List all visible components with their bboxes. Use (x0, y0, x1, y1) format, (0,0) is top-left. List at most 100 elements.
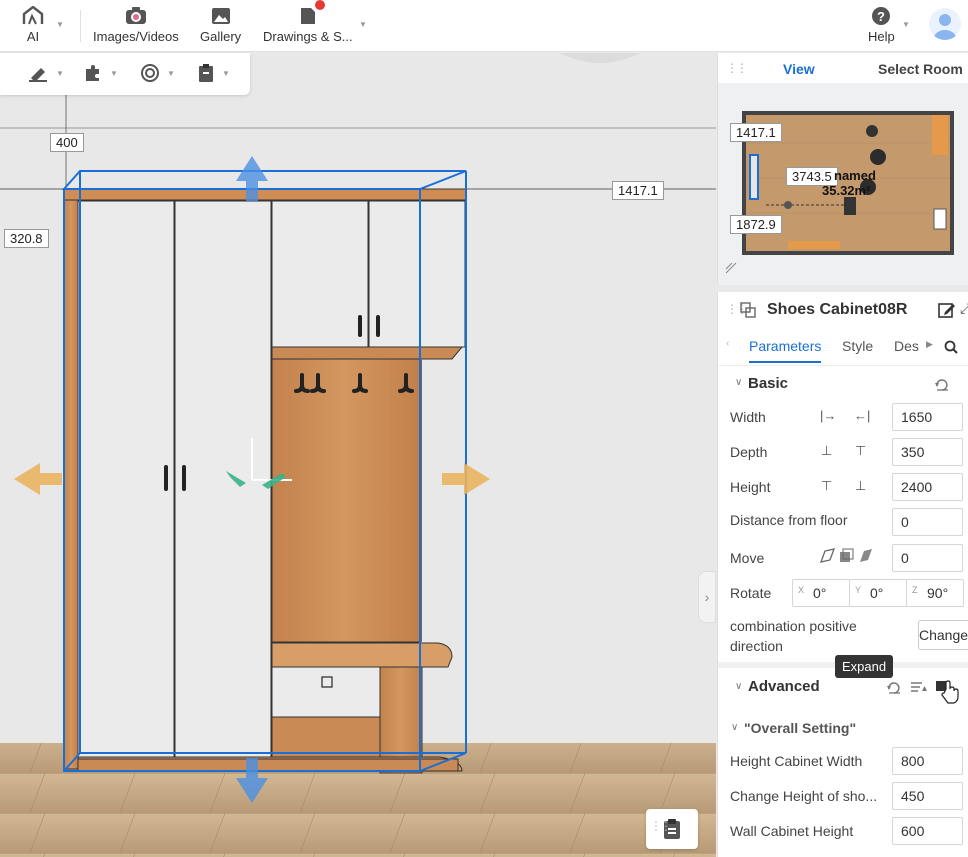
height-cabinet-width-label: Height Cabinet Width (730, 753, 863, 769)
tab-parameters[interactable]: Parameters (749, 338, 821, 354)
rotate-y-value: 0° (870, 585, 884, 601)
drag-handle-icon[interactable]: ⋮⋮ (726, 61, 748, 75)
minimap-canvas[interactable]: 1417.1 3743.5 named 35.32m² 1872.9 (718, 83, 968, 285)
width-expand-left-icon[interactable]: ←| (854, 408, 870, 423)
tab-view[interactable]: View (783, 61, 815, 77)
room-area: 35.32m² (822, 183, 871, 198)
clipboard-button[interactable]: ⋮⋮ (646, 809, 698, 849)
depth-label: Depth (730, 444, 768, 460)
height-input[interactable]: 2400 (892, 473, 963, 501)
tabs-scroll-right-icon[interactable]: ▶ (926, 339, 933, 350)
3d-viewport[interactable]: 400 1417.1 320.8 › ⋮⋮ (0, 53, 716, 857)
overall-setting-title[interactable]: "Overall Setting" (744, 720, 856, 736)
width-input[interactable]: 1650 (892, 403, 963, 431)
target-icon (141, 64, 159, 82)
drawings-label: Drawings & S... (263, 29, 353, 44)
depth-expand-up-icon[interactable]: ⊥ (821, 443, 832, 459)
caret-icon: ▼ (56, 68, 64, 78)
drawings-button[interactable]: Drawings & S... (263, 0, 353, 44)
help-label: Help (868, 29, 895, 44)
user-icon (934, 14, 956, 40)
images-videos-label: Images/Videos (93, 29, 179, 44)
edit-icon[interactable] (938, 301, 956, 319)
drag-handle-icon: ⋮⋮ (650, 819, 672, 833)
change-height-input[interactable]: 450 (892, 782, 963, 810)
reset-icon[interactable] (886, 680, 902, 694)
rotate-y-axis-label: Y (855, 585, 862, 595)
reset-icon[interactable] (934, 377, 950, 391)
width-label: Width (730, 409, 766, 425)
chevron-down-icon[interactable]: ∨ (735, 681, 742, 692)
user-avatar[interactable] (929, 8, 961, 40)
ai-button[interactable]: AI (22, 6, 44, 44)
chevron-down-icon[interactable]: ∨ (731, 722, 738, 733)
combination-label-line1: combination positive (730, 618, 857, 634)
clipboard-icon (199, 64, 213, 82)
divider (80, 10, 81, 42)
minimap-panel: ⋮⋮ View Select Room 1417.1 3743.5 named … (717, 53, 968, 285)
floor-distance-input[interactable]: 0 (892, 508, 963, 536)
gallery-button[interactable]: Gallery (200, 6, 241, 44)
target-tool-button[interactable]: ▼ (141, 64, 175, 82)
rotate-y-input[interactable]: Y 0° (849, 579, 907, 607)
move-label: Move (730, 550, 765, 566)
notification-dot (314, 0, 325, 10)
sort-icon[interactable] (910, 681, 928, 693)
component-icon (740, 302, 756, 318)
properties-panel: ⋮⋮ Shoes Cabinet08R ⤢ ‹ Parameters Style… (717, 292, 968, 857)
scene-canvas[interactable] (0, 53, 716, 857)
tool-row: ▼ ▼ ▼ ▼ (0, 53, 250, 95)
active-tab-indicator (749, 361, 821, 363)
move-input[interactable]: 0 (892, 544, 963, 572)
height-cabinet-width-input[interactable]: 800 (892, 747, 963, 775)
chevron-down-icon[interactable]: ∨ (735, 377, 742, 388)
caret-icon: ▼ (167, 68, 175, 78)
height-label: Height (730, 479, 771, 495)
move-direction-icons[interactable] (820, 548, 872, 564)
clipboard-tool-button[interactable]: ▼ (198, 64, 230, 82)
dimension-right[interactable]: 1417.1 (612, 181, 664, 200)
gallery-icon (211, 8, 230, 24)
expand-tooltip: Expand (835, 655, 894, 678)
drawings-caret-icon[interactable]: ▼ (359, 20, 367, 29)
combination-label-line2: direction (730, 638, 783, 654)
tab-select-room[interactable]: Select Room (878, 61, 963, 77)
help-caret-icon[interactable]: ▼ (902, 20, 910, 29)
dimension-left[interactable]: 320.8 (4, 229, 49, 248)
tabs-scroll-left-icon[interactable]: ‹ (726, 338, 729, 349)
depth-expand-down-icon[interactable]: ⊤ (855, 443, 866, 459)
caret-icon: ▼ (222, 68, 230, 78)
height-expand-down-icon[interactable]: ⊤ (821, 478, 832, 494)
depth-input[interactable]: 350 (892, 438, 963, 466)
wall-cabinet-height-input[interactable]: 600 (892, 817, 963, 845)
ai-home-icon (22, 6, 44, 25)
collapse-panel-handle[interactable]: › (698, 571, 716, 623)
rotate-z-axis-label: Z (912, 585, 918, 595)
drawings-icon (300, 8, 315, 24)
chevron-right-icon: › (704, 589, 710, 605)
height-expand-up-icon[interactable]: ⊥ (855, 478, 866, 494)
rotate-x-input[interactable]: X 0° (792, 579, 850, 607)
dimension-top[interactable]: 400 (50, 133, 84, 152)
pop-out-icon[interactable]: ⤢ (960, 300, 968, 317)
tab-description[interactable]: Des (894, 338, 919, 354)
width-expand-right-icon[interactable]: |→ (820, 408, 836, 423)
brush-icon (29, 68, 47, 82)
basic-section-title[interactable]: Basic (748, 375, 788, 392)
change-button[interactable]: Change (918, 620, 968, 650)
paint-tool-button[interactable]: ▼ (28, 64, 64, 82)
ai-caret-icon[interactable]: ▼ (56, 20, 64, 29)
room-name: named (834, 168, 876, 183)
minimap-dimension-1: 1417.1 (730, 123, 782, 142)
camera-icon (125, 7, 146, 24)
plugin-tool-button[interactable]: ▼ (84, 64, 118, 82)
gallery-label: Gallery (200, 29, 242, 44)
expand-icon[interactable] (934, 677, 960, 705)
advanced-section-title[interactable]: Advanced (748, 678, 820, 695)
help-button[interactable]: ? Help (868, 6, 895, 44)
rotate-z-input[interactable]: Z 90° (906, 579, 964, 607)
search-icon[interactable] (944, 340, 958, 354)
minimap-dimension-3: 1872.9 (730, 215, 782, 234)
images-videos-button[interactable]: Images/Videos (93, 6, 179, 44)
tab-style[interactable]: Style (842, 338, 873, 354)
